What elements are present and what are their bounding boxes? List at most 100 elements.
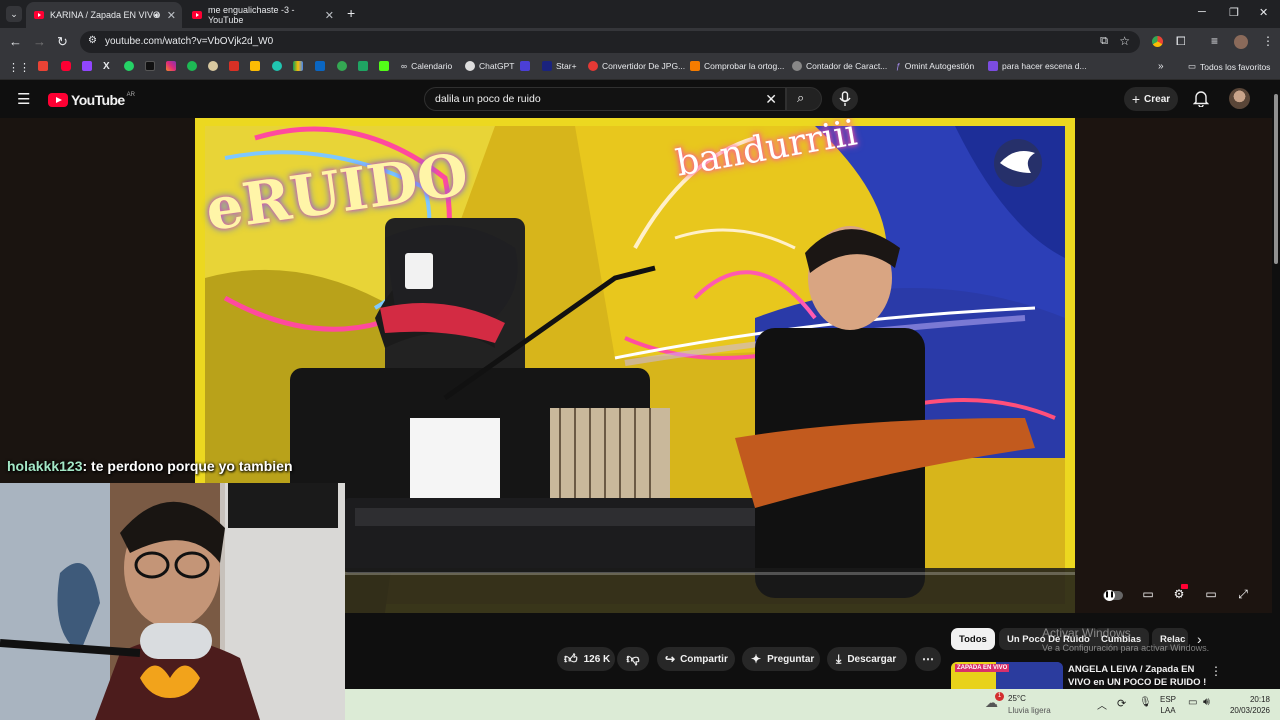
kick-bookmark-icon[interactable]: [379, 61, 389, 71]
recommended-video-thumbnail[interactable]: ZAPADA EN VIVO: [951, 662, 1063, 689]
bookmark-icon[interactable]: [208, 61, 222, 71]
ask-button[interactable]: ✦ Preguntar: [742, 647, 820, 671]
bookmark-escena[interactable]: para hacer escena d...: [988, 61, 1087, 71]
globe-icon: [792, 61, 802, 71]
media-controls-icon[interactable]: ≡: [1211, 34, 1218, 48]
fullscreen-icon[interactable]: ⤢: [1235, 587, 1251, 601]
search-input[interactable]: dalila un poco de ruido ✕: [424, 87, 786, 111]
theater-mode-icon[interactable]: ▭: [1203, 587, 1219, 601]
notifications-bell-icon[interactable]: [1192, 89, 1210, 112]
clock-date: 20/03/2026: [1229, 706, 1270, 715]
linkedin-bookmark-icon[interactable]: [315, 61, 325, 71]
bookmark-ortografia[interactable]: Comprobar la ortog...: [690, 61, 784, 71]
apps-grid-icon[interactable]: ⋮⋮: [8, 61, 30, 74]
recommended-video-title[interactable]: ANGELA LEIVA / Zapada EN VIVO en UN POCO…: [1068, 663, 1206, 689]
close-tab-icon[interactable]: ✕: [325, 9, 334, 22]
forward-icon[interactable]: →: [33, 34, 46, 49]
page-background-right: [1075, 118, 1272, 613]
youtube-logo[interactable]: YouTube AR: [48, 92, 135, 108]
tiktok-bookmark-icon[interactable]: [145, 61, 155, 71]
instagram-bookmark-icon[interactable]: [166, 61, 176, 71]
bookmarks-bar: ⋮⋮ X ∞ Calendario ChatGPT Star+ Convertid…: [0, 56, 1280, 80]
youtube-bookmark-icon[interactable]: [61, 61, 71, 71]
weather-description[interactable]: Lluvia ligera: [1008, 706, 1051, 715]
webcam-feed: [0, 483, 345, 720]
thumbnail-text: ZAPADA EN VIVO: [955, 664, 1010, 672]
minimize-icon[interactable]: ─: [1198, 6, 1206, 18]
network-icon[interactable]: ▭: [1188, 697, 1197, 708]
close-window-icon[interactable]: ✕: [1259, 6, 1268, 19]
weather-temperature[interactable]: 25°C: [1008, 694, 1026, 703]
spotify-bookmark-icon[interactable]: [187, 61, 201, 71]
extension-color-icon[interactable]: [1152, 36, 1163, 47]
clock[interactable]: 20:18 20/03/2026: [1225, 694, 1270, 716]
chip-todos[interactable]: Todos: [951, 628, 995, 650]
install-app-icon[interactable]: ⧉: [1100, 35, 1108, 48]
account-avatar[interactable]: [1229, 88, 1250, 109]
back-icon[interactable]: ←: [9, 34, 22, 49]
video-progress-bar[interactable]: [345, 572, 1075, 575]
more-actions-button[interactable]: ⋯: [915, 647, 941, 671]
like-button[interactable]: 👍︎ 126 K: [557, 647, 615, 671]
settings-gear-icon[interactable]: ⚙: [1171, 584, 1188, 601]
page-scrollbar[interactable]: [1272, 80, 1280, 690]
plus-icon: +: [1131, 91, 1141, 107]
browser-menu-icon[interactable]: ⋮: [1262, 34, 1274, 48]
omnibox[interactable]: ⚙ youtube.com/watch?v=VbOVjk2d_W0 ⧉ ☆: [80, 31, 1140, 53]
search-button[interactable]: ⌕: [786, 87, 822, 111]
hd-badge: [1181, 584, 1188, 589]
gmail-bookmark-icon[interactable]: [38, 61, 48, 71]
thumbs-down-icon: 👎︎: [626, 651, 640, 666]
bookmark-icon[interactable]: [272, 61, 286, 71]
bookmark-calendario[interactable]: ∞ Calendario: [401, 61, 452, 71]
new-tab-icon[interactable]: +: [347, 5, 355, 21]
bookmark-star-icon[interactable]: ☆: [1119, 34, 1130, 48]
maps-bookmark-icon[interactable]: [337, 61, 351, 71]
recommendation-more-icon[interactable]: ⋮: [1210, 664, 1222, 678]
download-button[interactable]: ⤓ Descargar: [827, 647, 907, 671]
extensions-puzzle-icon[interactable]: ⧠: [1176, 34, 1186, 49]
restore-icon[interactable]: ❐: [1229, 6, 1239, 19]
more-bookmarks-icon[interactable]: »: [1158, 61, 1164, 72]
bookmark-contador[interactable]: Contador de Caract...: [792, 61, 887, 71]
tray-chevron-icon[interactable]: ︿: [1097, 697, 1107, 712]
site-info-icon[interactable]: ⚙: [88, 35, 97, 46]
twitch-bookmark-icon[interactable]: [82, 61, 92, 71]
clear-search-icon[interactable]: ✕: [765, 91, 777, 108]
speaker-icon[interactable]: 🔊︎: [154, 10, 160, 21]
volume-icon[interactable]: 🔊︎: [1203, 696, 1210, 709]
subtitles-icon[interactable]: ▭: [1140, 587, 1156, 601]
sync-icon[interactable]: ⟳: [1117, 697, 1126, 710]
bookmark-star-plus[interactable]: Star+: [520, 61, 577, 71]
drive-bookmark-icon[interactable]: [293, 61, 303, 71]
x-bookmark-icon[interactable]: X: [103, 61, 110, 72]
bookmark-omint[interactable]: ƒ Omint Autogestión: [896, 61, 974, 71]
profile-avatar[interactable]: [1234, 35, 1248, 49]
tab-karina[interactable]: KARINA / Zapada EN VIVO 🔊︎ ✕: [26, 2, 182, 28]
menu-hamburger-icon[interactable]: ☰: [17, 90, 30, 108]
microphone-tray-icon[interactable]: 🎙︎: [1139, 697, 1152, 708]
voice-search-button[interactable]: [832, 87, 858, 111]
create-button[interactable]: + Crear: [1124, 87, 1178, 111]
language-indicator[interactable]: ESP LAA: [1160, 694, 1176, 716]
all-favorites-folder[interactable]: ▭ Todos los favoritos: [1188, 61, 1270, 72]
share-button[interactable]: ↪ Compartir: [657, 647, 735, 671]
star-plus-icon: [542, 61, 552, 71]
bookmark-chatgpt[interactable]: ChatGPT: [465, 61, 514, 71]
scrollbar-thumb[interactable]: [1274, 94, 1278, 264]
keep-bookmark-icon[interactable]: [250, 61, 260, 71]
bookmark-icon[interactable]: [358, 61, 368, 71]
tab-search-menu-icon[interactable]: ⌄: [6, 6, 22, 22]
close-tab-icon[interactable]: ✕: [167, 9, 176, 22]
tab-title: KARINA / Zapada EN VIVO: [50, 10, 161, 20]
dislike-button[interactable]: 👎︎: [617, 647, 649, 671]
youtube-header: ☰ YouTube AR dalila un poco de ruido ✕ ⌕…: [0, 80, 1280, 118]
url-text[interactable]: youtube.com/watch?v=VbOVjk2d_W0: [105, 36, 273, 47]
folder-icon: ▭: [1188, 61, 1197, 71]
bookmark-icon[interactable]: [229, 61, 239, 71]
autoplay-toggle[interactable]: ❚❚: [1103, 587, 1123, 601]
reload-icon[interactable]: ↻: [57, 34, 68, 50]
bookmark-convertidor[interactable]: Convertidor De JPG...: [588, 61, 685, 71]
whatsapp-bookmark-icon[interactable]: [124, 61, 138, 71]
tab-engualichaste[interactable]: me engualichaste -3 - YouTube ✕: [184, 2, 340, 28]
